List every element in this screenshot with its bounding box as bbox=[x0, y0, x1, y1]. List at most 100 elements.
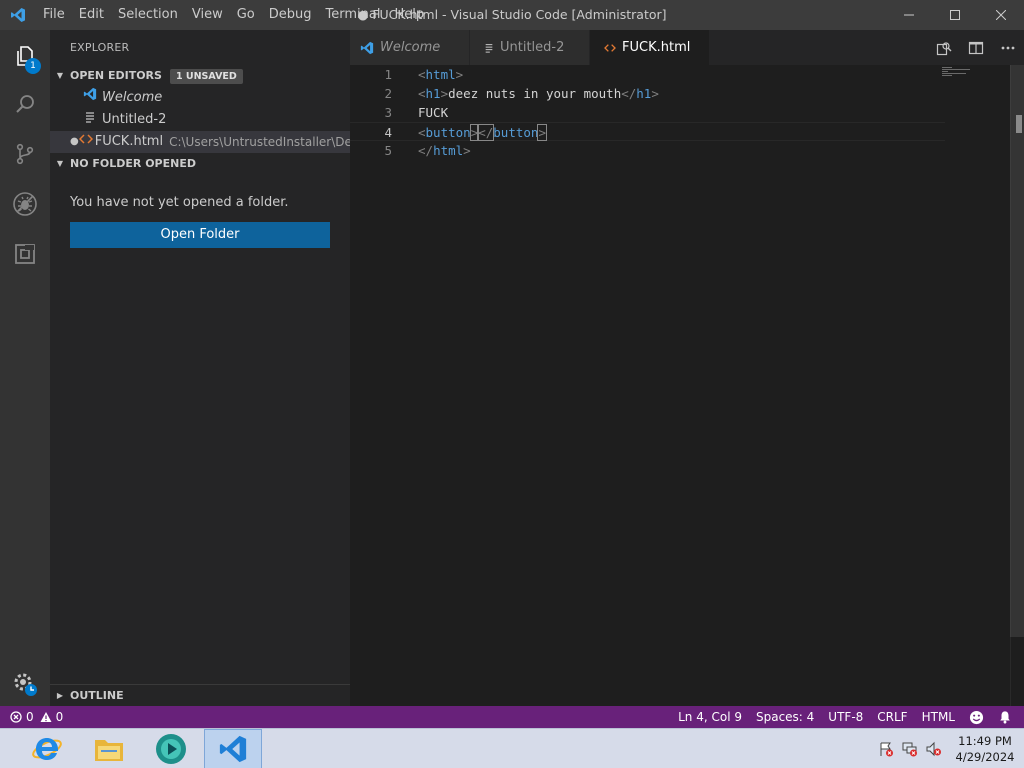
vscode-file-icon bbox=[360, 41, 374, 55]
line-number: 3 bbox=[384, 105, 392, 120]
code-text: <h1>deez nuts in your mouth</h1> bbox=[418, 86, 659, 101]
outline-label: OUTLINE bbox=[70, 689, 124, 702]
text-file-icon bbox=[484, 43, 494, 53]
vscode-logo-icon bbox=[0, 0, 36, 30]
menu-view[interactable]: View bbox=[185, 0, 230, 30]
tab-welcome[interactable]: Welcome bbox=[350, 30, 470, 65]
chevron-right-icon: ▶ bbox=[56, 691, 64, 700]
more-actions-button[interactable] bbox=[992, 30, 1024, 65]
status-bar: 0 0 Ln 4, Col 9 Spaces: 4 UTF-8 CRLF HTM… bbox=[0, 706, 1024, 728]
html-file-icon bbox=[78, 131, 93, 153]
line-number: 5 bbox=[384, 143, 392, 158]
open-editors-header[interactable]: ▼ OPEN EDITORS 1 UNSAVED bbox=[50, 65, 350, 87]
warning-count: 0 bbox=[55, 710, 64, 724]
unsaved-badge: 1 UNSAVED bbox=[169, 68, 243, 84]
action-center-tray-button[interactable] bbox=[874, 729, 898, 768]
no-folder-header[interactable]: ▼ NO FOLDER OPENED bbox=[50, 153, 350, 175]
maximize-button[interactable] bbox=[932, 0, 978, 30]
tab-label: Untitled-2 bbox=[500, 40, 565, 55]
code-editor[interactable]: 1 <html> 2 <h1>deez nuts in your mouth</… bbox=[350, 65, 1024, 706]
open-preview-button[interactable] bbox=[928, 30, 960, 65]
menu-selection[interactable]: Selection bbox=[111, 0, 185, 30]
open-editors-label: OPEN EDITORS bbox=[70, 69, 162, 82]
network-tray-button[interactable] bbox=[898, 729, 922, 768]
line-number: 2 bbox=[384, 86, 392, 101]
line-number: 1 bbox=[384, 67, 392, 82]
code-line-5[interactable]: 5 </html> bbox=[350, 141, 945, 160]
outline-header[interactable]: ▶ OUTLINE bbox=[50, 685, 350, 707]
editor-actions bbox=[928, 30, 1024, 65]
cursor-position[interactable]: Ln 4, Col 9 bbox=[671, 706, 749, 728]
debug-activity-button[interactable] bbox=[0, 180, 50, 228]
network-icon bbox=[902, 742, 917, 757]
open-editor-fuck-html[interactable]: ● FUCK.html C:\Users\UntrustedInstaller\… bbox=[50, 131, 350, 153]
tab-untitled-2[interactable]: Untitled-2 bbox=[470, 30, 590, 65]
minimize-icon bbox=[904, 14, 914, 16]
text-file-icon bbox=[80, 109, 100, 131]
menu-terminal[interactable]: Terminal bbox=[319, 0, 388, 30]
indentation[interactable]: Spaces: 4 bbox=[749, 706, 821, 728]
notifications-button[interactable] bbox=[991, 706, 1024, 728]
smiley-icon bbox=[969, 710, 984, 724]
open-editor-label: Untitled-2 bbox=[102, 112, 167, 127]
no-folder-label: NO FOLDER OPENED bbox=[70, 157, 196, 170]
menu-debug[interactable]: Debug bbox=[262, 0, 319, 30]
minimap[interactable] bbox=[942, 65, 1004, 85]
menu-help[interactable]: Help bbox=[387, 0, 431, 30]
outline-section[interactable]: ▶ OUTLINE bbox=[50, 684, 350, 706]
manage-activity-button[interactable] bbox=[0, 660, 50, 708]
search-icon bbox=[16, 95, 34, 113]
internet-explorer-icon bbox=[32, 738, 62, 760]
search-activity-button[interactable] bbox=[0, 80, 50, 128]
code-line-3[interactable]: 3 FUCK bbox=[350, 103, 945, 122]
code-line-1[interactable]: 1 <html> bbox=[350, 65, 945, 84]
tab-label: FUCK.html bbox=[622, 40, 691, 55]
volume-tray-button[interactable] bbox=[922, 729, 946, 768]
ellipsis-icon bbox=[1001, 46, 1015, 49]
unsaved-dot-icon: ● bbox=[70, 136, 79, 147]
problems-indicator[interactable]: 0 0 bbox=[0, 706, 63, 728]
explorer-activity-button[interactable]: 1 bbox=[0, 32, 50, 80]
vertical-scrollbar[interactable] bbox=[1010, 65, 1024, 706]
open-folder-button[interactable]: Open Folder bbox=[70, 222, 330, 248]
vscode-taskbar-button[interactable] bbox=[204, 729, 262, 768]
source-control-icon bbox=[16, 143, 34, 165]
window-controls bbox=[886, 0, 1024, 30]
menu-go[interactable]: Go bbox=[230, 0, 262, 30]
minimize-button[interactable] bbox=[886, 0, 932, 30]
explorer-sidebar: EXPLORER ▼ OPEN EDITORS 1 UNSAVED Welcom… bbox=[50, 30, 350, 706]
code-line-4[interactable]: 4 <button></button> bbox=[350, 122, 945, 141]
warning-icon bbox=[40, 712, 52, 722]
language-mode[interactable]: HTML bbox=[915, 706, 962, 728]
source-control-activity-button[interactable] bbox=[0, 130, 50, 178]
cursor-position-marker bbox=[1016, 115, 1022, 133]
feedback-button[interactable] bbox=[962, 706, 991, 728]
tab-fuck-html[interactable]: FUCK.html bbox=[590, 30, 710, 65]
preview-icon bbox=[936, 41, 952, 55]
open-editor-welcome[interactable]: Welcome bbox=[50, 87, 350, 109]
menu-edit[interactable]: Edit bbox=[72, 0, 111, 30]
line-ending[interactable]: CRLF bbox=[870, 706, 914, 728]
file-explorer-taskbar-button[interactable] bbox=[80, 729, 138, 768]
title-bar: File Edit Selection View Go Debug Termin… bbox=[0, 0, 1024, 30]
clock-time: 11:49 PM bbox=[958, 734, 1012, 748]
scrollbar-thumb[interactable] bbox=[1010, 65, 1024, 637]
extensions-activity-button[interactable] bbox=[0, 230, 50, 278]
app-taskbar-button[interactable] bbox=[142, 729, 200, 768]
close-window-button[interactable] bbox=[978, 0, 1024, 30]
folder-icon bbox=[95, 740, 123, 761]
code-line-2[interactable]: 2 <h1>deez nuts in your mouth</h1> bbox=[350, 84, 945, 103]
menu-bar: File Edit Selection View Go Debug Termin… bbox=[36, 0, 431, 30]
taskbar-clock[interactable]: 11:49 PM 4/29/2024 bbox=[946, 733, 1024, 765]
split-editor-button[interactable] bbox=[960, 30, 992, 65]
vscode-file-icon bbox=[80, 87, 100, 109]
menu-file[interactable]: File bbox=[36, 0, 72, 30]
html-file-icon bbox=[604, 43, 616, 53]
open-editor-untitled-2[interactable]: Untitled-2 bbox=[50, 109, 350, 131]
internet-explorer-taskbar-button[interactable] bbox=[18, 729, 76, 768]
status-right: Ln 4, Col 9 Spaces: 4 UTF-8 CRLF HTML bbox=[671, 706, 1024, 728]
code-text: <html> bbox=[418, 67, 464, 82]
encoding[interactable]: UTF-8 bbox=[821, 706, 870, 728]
open-editor-label: Welcome bbox=[102, 90, 163, 105]
code-text: <button></button> bbox=[418, 124, 547, 141]
